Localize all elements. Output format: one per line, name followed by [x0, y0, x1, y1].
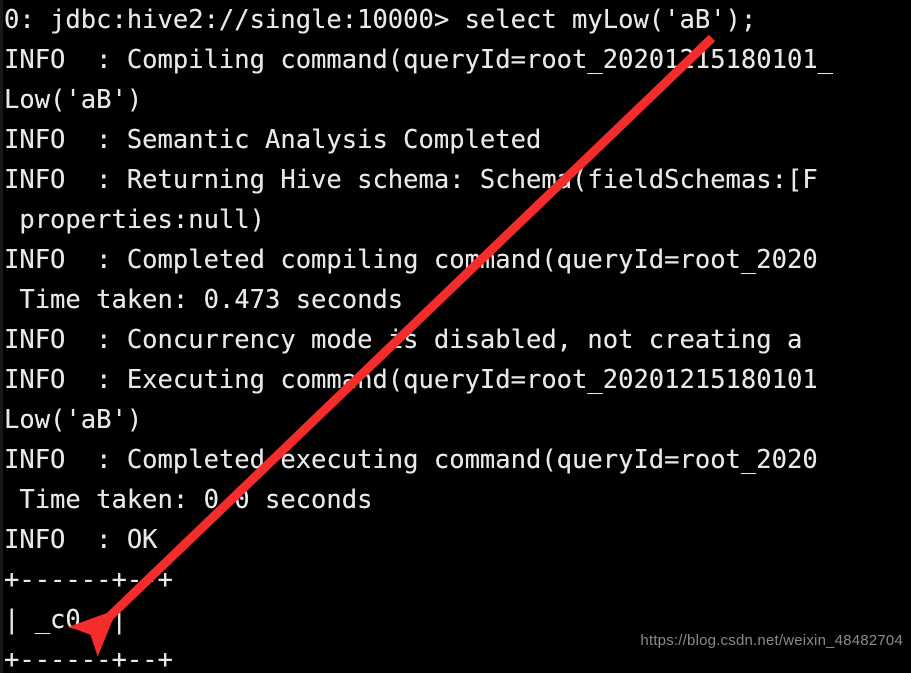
console-line: INFO : Completed compiling command(query… [4, 245, 818, 275]
terminal-window[interactable]: 0: jdbc:hive2://single:10000> select myL… [0, 0, 911, 673]
console-line: INFO : Executing command(queryId=root_20… [4, 365, 818, 395]
console-line: Time taken: 0.473 seconds [4, 285, 404, 315]
console-line: Low('aB') [4, 85, 143, 115]
console-line: INFO : Returning Hive schema: Schema(fie… [4, 165, 818, 195]
console-output: 0: jdbc:hive2://single:10000> select myL… [0, 0, 911, 673]
console-line: INFO : Semantic Analysis Completed [4, 125, 542, 155]
watermark-text: https://blog.csdn.net/weixin_48482704 [640, 632, 903, 649]
console-line: properties:null) [4, 205, 265, 235]
console-line: Low('aB') [4, 405, 143, 435]
console-line: 0: jdbc:hive2://single:10000> select myL… [4, 5, 757, 35]
console-line: INFO : Compiling command(queryId=root_20… [4, 45, 834, 75]
console-line: INFO : Completed executing command(query… [4, 445, 818, 475]
console-line: +------+--+ [4, 565, 173, 595]
console-line: INFO : Concurrency mode is disabled, not… [4, 325, 818, 355]
console-line: INFO : OK [4, 525, 158, 555]
console-line: Time taken: 0.0 seconds [4, 485, 373, 515]
